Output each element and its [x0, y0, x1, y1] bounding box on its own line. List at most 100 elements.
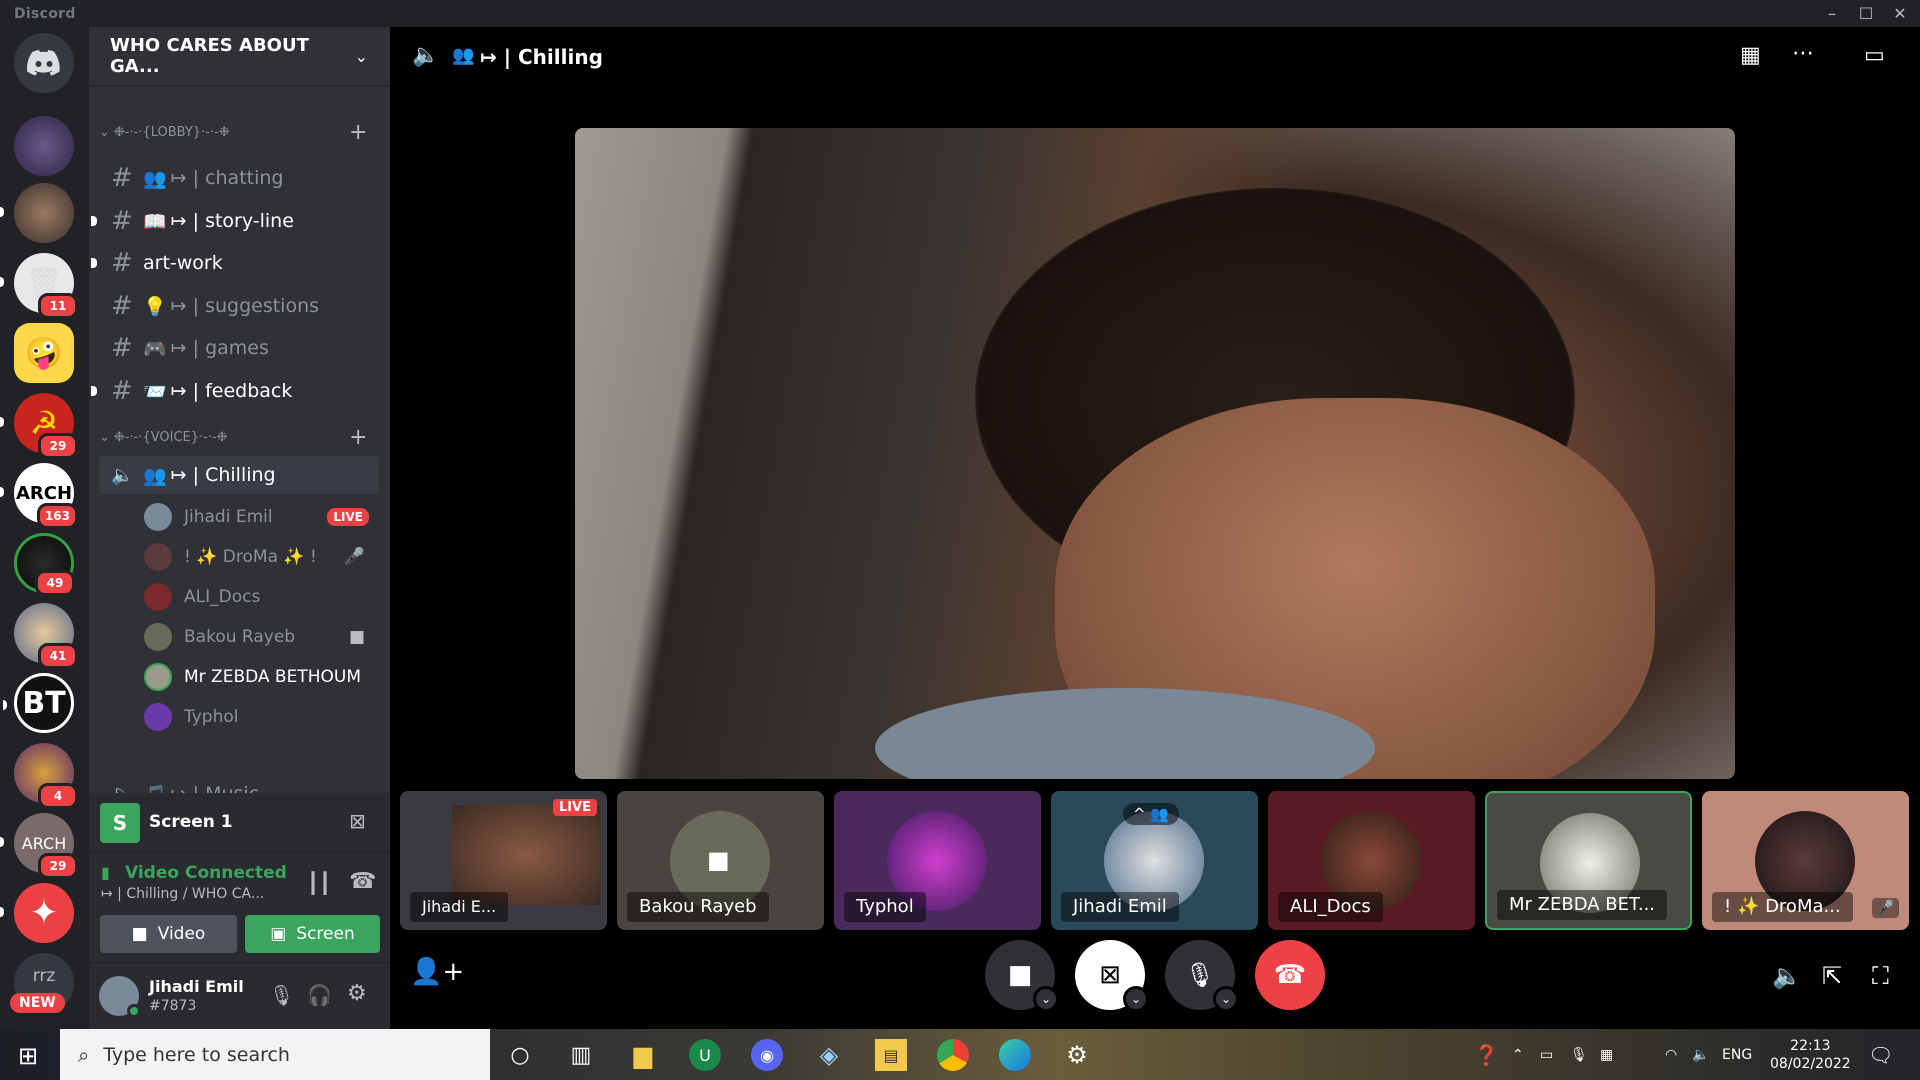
category-voice[interactable]: ⌄ ❉-·-·{VOICE}·-·-❉ +	[99, 425, 367, 450]
microphone-toggle-button[interactable]: 🎙 ⌄	[1165, 940, 1239, 1012]
mention-badge: 11	[38, 293, 78, 319]
live-badge: LIVE	[552, 799, 597, 816]
chevron-up-icon[interactable]: ⌃	[1512, 1029, 1524, 1080]
voice-user[interactable]: Jihadi Emil LIVE	[144, 499, 379, 535]
camera-icon: ■	[348, 627, 365, 647]
close-icon[interactable]: ✕	[1883, 2, 1917, 26]
server-icon[interactable]: ✦	[0, 883, 74, 943]
popout-icon[interactable]: ⇱	[1822, 962, 1842, 990]
add-channel-icon[interactable]: +	[349, 425, 367, 450]
server-icon-active[interactable]: 🤪	[14, 323, 74, 383]
settings-gear-icon[interactable]: ⚙	[1061, 1039, 1093, 1071]
windows-start-icon[interactable]: ⊞	[18, 1042, 38, 1070]
avatar	[144, 703, 172, 731]
speaker-tray-icon[interactable]: 🔈	[1692, 1029, 1709, 1080]
taskbar-search[interactable]: ⌕ Type here to search	[60, 1029, 490, 1080]
live-badge: LIVE	[327, 508, 369, 526]
guild-header[interactable]: WHO CARES ABOUT GA... ⌄	[89, 27, 390, 86]
voice-channel-chilling[interactable]: 🔈 👥 ↦ | Chilling	[99, 456, 379, 494]
participant-tile-speaking[interactable]: Mr ZEBDA BET...	[1485, 791, 1692, 930]
disconnect-button[interactable]: ☎	[1255, 940, 1325, 1010]
voice-user[interactable]: Bakou Rayeb ■	[144, 619, 379, 655]
network-icon[interactable]: ▦	[1600, 1029, 1613, 1080]
discord-taskbar-icon[interactable]: ◉	[751, 1039, 783, 1071]
server-icon[interactable]: ARCH 29	[0, 813, 78, 879]
participant-tile[interactable]: 🎤 ! ✨ DroMa...	[1702, 791, 1909, 930]
file-explorer-icon[interactable]: ▆	[627, 1039, 659, 1071]
server-icon[interactable]: ARCH 163	[0, 463, 78, 529]
voice-user[interactable]: Typhol	[144, 699, 379, 735]
participant-tile[interactable]: ALI_Docs	[1268, 791, 1475, 930]
microphone-tray-icon[interactable]: 🎙	[1570, 1029, 1588, 1080]
screen-app-icon: S	[100, 803, 140, 843]
participant-tile[interactable]: Typhol	[834, 791, 1041, 930]
server-icon[interactable]: 41	[14, 603, 78, 669]
channel-chatting[interactable]: # 👥 ↦ | chatting	[99, 159, 379, 197]
channel-suggestions[interactable]: # 💡 ↦ | suggestions	[99, 287, 379, 325]
maximize-icon[interactable]: ☐	[1849, 2, 1883, 26]
edge-icon[interactable]	[999, 1039, 1031, 1071]
server-icon[interactable]: 🗑 11	[0, 253, 78, 319]
participant-tile[interactable]: LIVE Jihadi E...	[400, 791, 607, 930]
camera-icon: ■	[131, 924, 148, 944]
category-lobby[interactable]: ⌄ ❉-·-·{LOBBY}·-·-❉ +	[99, 120, 367, 145]
participant-tile[interactable]: ■ Bakou Rayeb	[617, 791, 824, 930]
voice-user[interactable]: ! ✨ DroMa ✨ ! 🎤	[144, 539, 379, 575]
volume-icon[interactable]: 🔈	[1772, 962, 1802, 990]
wifi-icon[interactable]: ◠	[1665, 1029, 1677, 1080]
server-icon[interactable]: BT	[3, 673, 74, 733]
channel-feedback[interactable]: # 📨 ↦ | feedback	[91, 372, 379, 410]
clock[interactable]: 22:13 08/02/2022	[1770, 1029, 1851, 1080]
server-icon[interactable]: 4	[14, 743, 78, 809]
server-icon[interactable]: ☭ 29	[0, 393, 78, 459]
microphone-icon[interactable]: 🎙	[269, 983, 294, 1007]
chevron-down-icon[interactable]: ⌄	[1123, 986, 1149, 1012]
home-button[interactable]	[14, 33, 74, 93]
hash-icon: #	[111, 248, 133, 278]
channel-story-line[interactable]: # 📖 ↦ | story-line	[91, 202, 379, 240]
voice-user[interactable]: ALI_Docs	[144, 579, 379, 615]
speaker-icon: 🔈	[412, 43, 440, 68]
minimize-icon[interactable]: –	[1815, 2, 1849, 26]
main-video-stream[interactable]	[575, 128, 1735, 779]
help-icon[interactable]: ❓	[1474, 1029, 1499, 1080]
server-icon[interactable]: 49	[14, 533, 75, 596]
headphones-icon[interactable]: 🎧	[307, 983, 332, 1007]
noise-suppression-icon[interactable]: ┃┃	[307, 871, 331, 895]
mention-badge: 4	[38, 783, 78, 809]
stop-screen-share-button[interactable]: ⊠ ⌄	[1075, 940, 1149, 1012]
gear-icon[interactable]: ⚙	[347, 981, 367, 1006]
server-icon[interactable]	[0, 183, 74, 243]
voice-status[interactable]: Video Connected	[125, 863, 287, 883]
fullscreen-icon[interactable]: ⛶	[1872, 962, 1889, 990]
more-icon[interactable]: ⋯	[1792, 41, 1814, 66]
inbox-icon[interactable]: ▭	[1864, 43, 1885, 68]
voice-location[interactable]: ↦ | Chilling / WHO CA...	[101, 886, 264, 902]
virtualbox-icon[interactable]: ◈	[813, 1039, 845, 1071]
channel-art-work[interactable]: # art-work	[91, 244, 379, 282]
channel-games[interactable]: # 🎮 ↦ | games	[99, 329, 379, 367]
participants-icon[interactable]: ^ 👥	[1123, 803, 1180, 825]
battery-icon[interactable]: ▭	[1540, 1029, 1553, 1080]
stop-stream-icon[interactable]: ⊠	[349, 809, 366, 833]
screen-button[interactable]: ▣ Screen	[245, 915, 380, 953]
grid-icon[interactable]: ▦	[1740, 43, 1761, 68]
tile-name: Bakou Rayeb	[627, 892, 769, 922]
voice-user[interactable]: Mr ZEBDA BETHOUM	[144, 659, 379, 695]
chevron-down-icon[interactable]: ⌄	[1033, 986, 1059, 1012]
cortana-icon[interactable]: ○	[504, 1039, 536, 1071]
server-icon[interactable]	[14, 116, 74, 176]
participant-tile[interactable]: ^ 👥 Jihadi Emil	[1051, 791, 1258, 930]
chrome-icon[interactable]	[937, 1039, 969, 1071]
disconnect-icon[interactable]: ☎	[349, 869, 376, 894]
add-channel-icon[interactable]: +	[349, 120, 367, 145]
upwork-icon[interactable]: U	[689, 1039, 721, 1071]
chevron-down-icon[interactable]: ⌄	[1213, 986, 1239, 1012]
language-indicator[interactable]: ENG	[1722, 1029, 1752, 1080]
camera-toggle-button[interactable]: ■ ⌄	[985, 940, 1059, 1012]
notification-icon[interactable]: 🗨	[1868, 1029, 1893, 1080]
sticky-notes-icon[interactable]: ▤	[875, 1039, 907, 1071]
invite-user-icon[interactable]: 👤+	[410, 957, 464, 987]
task-view-icon[interactable]: ▥	[565, 1039, 597, 1071]
video-button[interactable]: ■ Video	[100, 915, 237, 953]
